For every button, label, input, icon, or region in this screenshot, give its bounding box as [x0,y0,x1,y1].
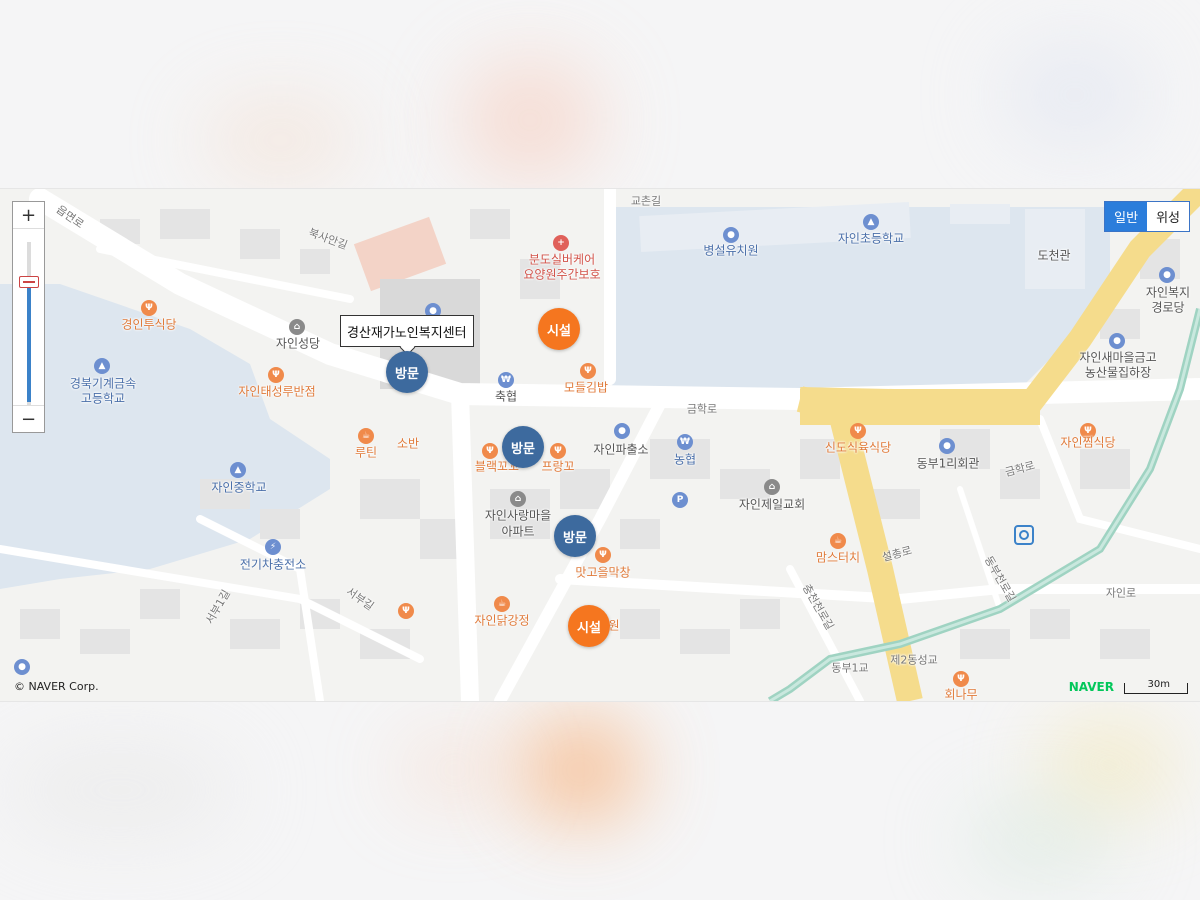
place-label: 경인투식당 [121,317,177,332]
place-label: 축협 [494,389,518,404]
blur-blob [460,60,600,180]
place-label: 분도실버케어 [528,252,596,267]
place-label: 자인복지 [1145,285,1191,300]
restaurant-icon: Ψ [850,423,866,439]
ev-charging-icon: ⚡ [265,539,281,555]
visit-marker[interactable]: 방문 [386,351,428,393]
target-icon [1019,530,1029,540]
map-type-toggle: 일반 위성 [1104,201,1190,232]
place-label: 모들김밥 [563,380,609,395]
place-label: 맘스터치 [815,550,861,565]
restaurant-icon: Ψ [953,671,969,687]
welfare-icon: ● [1159,267,1175,283]
road-label: 자인로 [1105,586,1137,600]
visit-marker[interactable]: 방문 [554,515,596,557]
place-label: 자인새마을금고 [1079,350,1157,365]
church-icon: ⌂ [764,479,780,495]
zoom-slider-fill [27,281,31,402]
place-label: 자인닭강정 [474,613,530,628]
police-icon: ● [614,423,630,439]
place-label: 회나무 [944,687,978,702]
place-label: 자인초등학교 [837,231,905,246]
blur-blob [400,740,510,800]
parking-icon: P [672,492,688,508]
blur-blob [1000,40,1150,150]
restaurant-icon: Ψ [268,367,284,383]
place-label: 농협 [673,452,697,467]
facility-marker[interactable]: 시설 [538,308,580,350]
restaurant-icon: Ψ [580,363,596,379]
restaurant-icon: Ψ [398,603,414,619]
blur-blob [960,800,1120,880]
place-label: 전기차충전소 [239,557,307,572]
scale-bar [1124,683,1188,694]
school-icon: ▲ [230,462,246,478]
zoom-in-button[interactable]: + [13,202,44,229]
place-label: 루틴 [354,445,378,460]
blur-blob [0,740,240,840]
visit-marker[interactable]: 방문 [502,426,544,468]
apartment-icon: ⌂ [510,491,526,507]
place-label: 자인사랑마을 [484,508,552,523]
map-type-satellite-button[interactable]: 위성 [1147,202,1189,231]
place-label: 원 [608,618,620,633]
road-label: 교촌길 [630,194,662,208]
place-label: 동부1리회관 [916,456,980,471]
bank-icon: ₩ [677,434,693,450]
zoom-control: + − [12,201,45,433]
zoom-out-button[interactable]: − [13,405,44,432]
road-label: 동부1교 [831,661,869,675]
place-label: 자인성당 [275,336,321,351]
school-icon: ▲ [863,214,879,230]
place-label: 아파트 [501,524,535,539]
facility-marker[interactable]: 시설 [568,605,610,647]
road-label: 제2동성교 [890,653,938,667]
cafe-icon: ☕ [358,428,374,444]
copyright-text: © NAVER Corp. [14,680,99,693]
map-viewport[interactable]: + ● ▲ ● Ψ ⌂ ● Ψ ● ▲ Ψ ₩ Ψ ☕ ● ₩ Ψ ● Ψ Ψ … [0,188,1200,702]
place-label: 프랑꼬 [541,459,575,474]
cafe-icon: ☕ [494,596,510,612]
place-label: 농산물집하장 [1084,365,1152,380]
map-type-normal-button[interactable]: 일반 [1105,202,1148,231]
school-icon: ▲ [94,358,110,374]
place-label: 자인파출소 [593,442,649,457]
restaurant-icon: Ψ [550,443,566,459]
current-location-button[interactable] [1014,525,1034,545]
place-icon: ● [14,659,30,675]
place-label: 자인중학교 [211,480,267,495]
blur-blob [520,720,640,820]
place-tooltip[interactable]: 경산재가노인복지센터 [340,315,474,347]
kindergarten-icon: ● [723,227,739,243]
place-icon: ● [939,438,955,454]
bank-icon: ₩ [498,372,514,388]
place-label: 병설유치원 [703,243,759,258]
place-label: 요양원주간보호 [523,267,601,282]
blur-blob [1040,720,1180,810]
church-icon: ⌂ [289,319,305,335]
road-label: 금학로 [686,402,718,416]
restaurant-icon: Ψ [595,547,611,563]
place-label: 경북기계금속 [69,376,137,391]
place-label: 신도식육식당 [824,440,892,455]
place-label: 도천관 [1037,248,1071,263]
place-label: 맛고을막창 [575,565,631,580]
cafe-icon: ☕ [830,533,846,549]
restaurant-icon: Ψ [482,443,498,459]
place-label: 경로당 [1151,300,1185,315]
hospital-icon: + [553,235,569,251]
place-label: 자인태성루반점 [238,384,316,399]
bank-icon: ● [1109,333,1125,349]
place-label: 소반 [396,436,420,451]
naver-logo: NAVER [1068,680,1114,694]
restaurant-icon: Ψ [141,300,157,316]
place-label: 고등학교 [80,391,126,406]
blur-blob [200,100,360,180]
place-label: 자인제일교회 [738,497,806,512]
place-label: 자인찜식당 [1060,435,1116,450]
zoom-slider-handle[interactable] [19,276,39,288]
